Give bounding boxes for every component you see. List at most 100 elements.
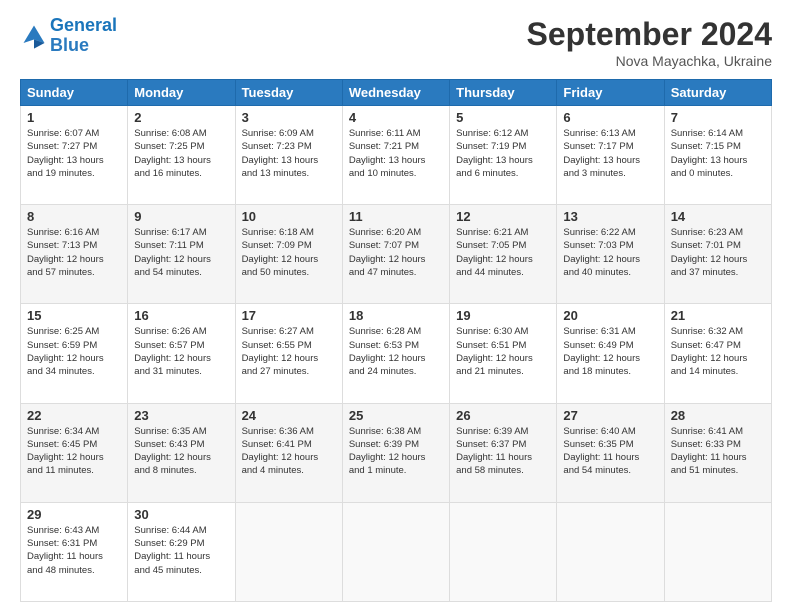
day-number: 19 bbox=[456, 308, 550, 323]
day-number: 16 bbox=[134, 308, 228, 323]
col-friday: Friday bbox=[557, 80, 664, 106]
col-thursday: Thursday bbox=[450, 80, 557, 106]
table-cell: 4 Sunrise: 6:11 AMSunset: 7:21 PMDayligh… bbox=[342, 106, 449, 205]
day-number: 3 bbox=[242, 110, 336, 125]
table-cell: 3 Sunrise: 6:09 AMSunset: 7:23 PMDayligh… bbox=[235, 106, 342, 205]
day-info: Sunrise: 6:32 AMSunset: 6:47 PMDaylight:… bbox=[671, 325, 765, 378]
table-cell bbox=[235, 502, 342, 601]
day-info: Sunrise: 6:40 AMSunset: 6:35 PMDaylight:… bbox=[563, 425, 657, 478]
day-info: Sunrise: 6:44 AMSunset: 6:29 PMDaylight:… bbox=[134, 524, 228, 577]
day-info: Sunrise: 6:09 AMSunset: 7:23 PMDaylight:… bbox=[242, 127, 336, 180]
day-number: 17 bbox=[242, 308, 336, 323]
day-number: 12 bbox=[456, 209, 550, 224]
table-cell bbox=[664, 502, 771, 601]
table-cell: 5 Sunrise: 6:12 AMSunset: 7:19 PMDayligh… bbox=[450, 106, 557, 205]
table-cell: 9 Sunrise: 6:17 AMSunset: 7:11 PMDayligh… bbox=[128, 205, 235, 304]
day-number: 26 bbox=[456, 408, 550, 423]
day-number: 20 bbox=[563, 308, 657, 323]
day-info: Sunrise: 6:22 AMSunset: 7:03 PMDaylight:… bbox=[563, 226, 657, 279]
day-number: 14 bbox=[671, 209, 765, 224]
table-cell: 26 Sunrise: 6:39 AMSunset: 6:37 PMDaylig… bbox=[450, 403, 557, 502]
day-info: Sunrise: 6:12 AMSunset: 7:19 PMDaylight:… bbox=[456, 127, 550, 180]
day-info: Sunrise: 6:16 AMSunset: 7:13 PMDaylight:… bbox=[27, 226, 121, 279]
table-cell: 30 Sunrise: 6:44 AMSunset: 6:29 PMDaylig… bbox=[128, 502, 235, 601]
table-cell: 24 Sunrise: 6:36 AMSunset: 6:41 PMDaylig… bbox=[235, 403, 342, 502]
table-cell: 7 Sunrise: 6:14 AMSunset: 7:15 PMDayligh… bbox=[664, 106, 771, 205]
day-info: Sunrise: 6:28 AMSunset: 6:53 PMDaylight:… bbox=[349, 325, 443, 378]
day-info: Sunrise: 6:38 AMSunset: 6:39 PMDaylight:… bbox=[349, 425, 443, 478]
day-number: 30 bbox=[134, 507, 228, 522]
logo-line2: Blue bbox=[50, 35, 89, 55]
day-number: 29 bbox=[27, 507, 121, 522]
logo-text: General Blue bbox=[50, 16, 117, 56]
day-number: 9 bbox=[134, 209, 228, 224]
table-cell: 8 Sunrise: 6:16 AMSunset: 7:13 PMDayligh… bbox=[21, 205, 128, 304]
day-number: 15 bbox=[27, 308, 121, 323]
day-info: Sunrise: 6:23 AMSunset: 7:01 PMDaylight:… bbox=[671, 226, 765, 279]
day-number: 18 bbox=[349, 308, 443, 323]
month-title: September 2024 bbox=[527, 16, 772, 53]
day-number: 23 bbox=[134, 408, 228, 423]
col-wednesday: Wednesday bbox=[342, 80, 449, 106]
day-info: Sunrise: 6:17 AMSunset: 7:11 PMDaylight:… bbox=[134, 226, 228, 279]
table-cell: 13 Sunrise: 6:22 AMSunset: 7:03 PMDaylig… bbox=[557, 205, 664, 304]
table-cell: 17 Sunrise: 6:27 AMSunset: 6:55 PMDaylig… bbox=[235, 304, 342, 403]
table-cell: 23 Sunrise: 6:35 AMSunset: 6:43 PMDaylig… bbox=[128, 403, 235, 502]
table-cell: 6 Sunrise: 6:13 AMSunset: 7:17 PMDayligh… bbox=[557, 106, 664, 205]
day-info: Sunrise: 6:31 AMSunset: 6:49 PMDaylight:… bbox=[563, 325, 657, 378]
day-number: 27 bbox=[563, 408, 657, 423]
logo: General Blue bbox=[20, 16, 117, 56]
day-info: Sunrise: 6:25 AMSunset: 6:59 PMDaylight:… bbox=[27, 325, 121, 378]
day-info: Sunrise: 6:30 AMSunset: 6:51 PMDaylight:… bbox=[456, 325, 550, 378]
day-number: 5 bbox=[456, 110, 550, 125]
table-cell: 27 Sunrise: 6:40 AMSunset: 6:35 PMDaylig… bbox=[557, 403, 664, 502]
day-info: Sunrise: 6:14 AMSunset: 7:15 PMDaylight:… bbox=[671, 127, 765, 180]
day-number: 4 bbox=[349, 110, 443, 125]
day-info: Sunrise: 6:11 AMSunset: 7:21 PMDaylight:… bbox=[349, 127, 443, 180]
table-cell: 11 Sunrise: 6:20 AMSunset: 7:07 PMDaylig… bbox=[342, 205, 449, 304]
table-cell: 18 Sunrise: 6:28 AMSunset: 6:53 PMDaylig… bbox=[342, 304, 449, 403]
table-cell: 15 Sunrise: 6:25 AMSunset: 6:59 PMDaylig… bbox=[21, 304, 128, 403]
table-cell bbox=[450, 502, 557, 601]
day-info: Sunrise: 6:41 AMSunset: 6:33 PMDaylight:… bbox=[671, 425, 765, 478]
day-info: Sunrise: 6:43 AMSunset: 6:31 PMDaylight:… bbox=[27, 524, 121, 577]
day-info: Sunrise: 6:27 AMSunset: 6:55 PMDaylight:… bbox=[242, 325, 336, 378]
day-number: 7 bbox=[671, 110, 765, 125]
day-info: Sunrise: 6:20 AMSunset: 7:07 PMDaylight:… bbox=[349, 226, 443, 279]
table-cell: 29 Sunrise: 6:43 AMSunset: 6:31 PMDaylig… bbox=[21, 502, 128, 601]
day-number: 6 bbox=[563, 110, 657, 125]
table-cell: 19 Sunrise: 6:30 AMSunset: 6:51 PMDaylig… bbox=[450, 304, 557, 403]
table-cell: 2 Sunrise: 6:08 AMSunset: 7:25 PMDayligh… bbox=[128, 106, 235, 205]
day-info: Sunrise: 6:08 AMSunset: 7:25 PMDaylight:… bbox=[134, 127, 228, 180]
table-cell: 28 Sunrise: 6:41 AMSunset: 6:33 PMDaylig… bbox=[664, 403, 771, 502]
table-cell: 21 Sunrise: 6:32 AMSunset: 6:47 PMDaylig… bbox=[664, 304, 771, 403]
col-sunday: Sunday bbox=[21, 80, 128, 106]
col-tuesday: Tuesday bbox=[235, 80, 342, 106]
day-info: Sunrise: 6:26 AMSunset: 6:57 PMDaylight:… bbox=[134, 325, 228, 378]
location: Nova Mayachka, Ukraine bbox=[527, 53, 772, 69]
day-number: 11 bbox=[349, 209, 443, 224]
day-info: Sunrise: 6:07 AMSunset: 7:27 PMDaylight:… bbox=[27, 127, 121, 180]
table-cell: 10 Sunrise: 6:18 AMSunset: 7:09 PMDaylig… bbox=[235, 205, 342, 304]
logo-line1: General bbox=[50, 15, 117, 35]
day-number: 24 bbox=[242, 408, 336, 423]
day-number: 1 bbox=[27, 110, 121, 125]
table-cell bbox=[557, 502, 664, 601]
day-info: Sunrise: 6:34 AMSunset: 6:45 PMDaylight:… bbox=[27, 425, 121, 478]
header: General Blue September 2024 Nova Mayachk… bbox=[20, 16, 772, 69]
page: General Blue September 2024 Nova Mayachk… bbox=[0, 0, 792, 612]
table-cell: 14 Sunrise: 6:23 AMSunset: 7:01 PMDaylig… bbox=[664, 205, 771, 304]
day-info: Sunrise: 6:21 AMSunset: 7:05 PMDaylight:… bbox=[456, 226, 550, 279]
day-info: Sunrise: 6:18 AMSunset: 7:09 PMDaylight:… bbox=[242, 226, 336, 279]
col-saturday: Saturday bbox=[664, 80, 771, 106]
table-cell: 1 Sunrise: 6:07 AMSunset: 7:27 PMDayligh… bbox=[21, 106, 128, 205]
day-number: 2 bbox=[134, 110, 228, 125]
day-number: 10 bbox=[242, 209, 336, 224]
table-cell: 22 Sunrise: 6:34 AMSunset: 6:45 PMDaylig… bbox=[21, 403, 128, 502]
day-number: 25 bbox=[349, 408, 443, 423]
col-monday: Monday bbox=[128, 80, 235, 106]
title-section: September 2024 Nova Mayachka, Ukraine bbox=[527, 16, 772, 69]
calendar-table: Sunday Monday Tuesday Wednesday Thursday… bbox=[20, 79, 772, 602]
table-cell: 16 Sunrise: 6:26 AMSunset: 6:57 PMDaylig… bbox=[128, 304, 235, 403]
day-number: 28 bbox=[671, 408, 765, 423]
